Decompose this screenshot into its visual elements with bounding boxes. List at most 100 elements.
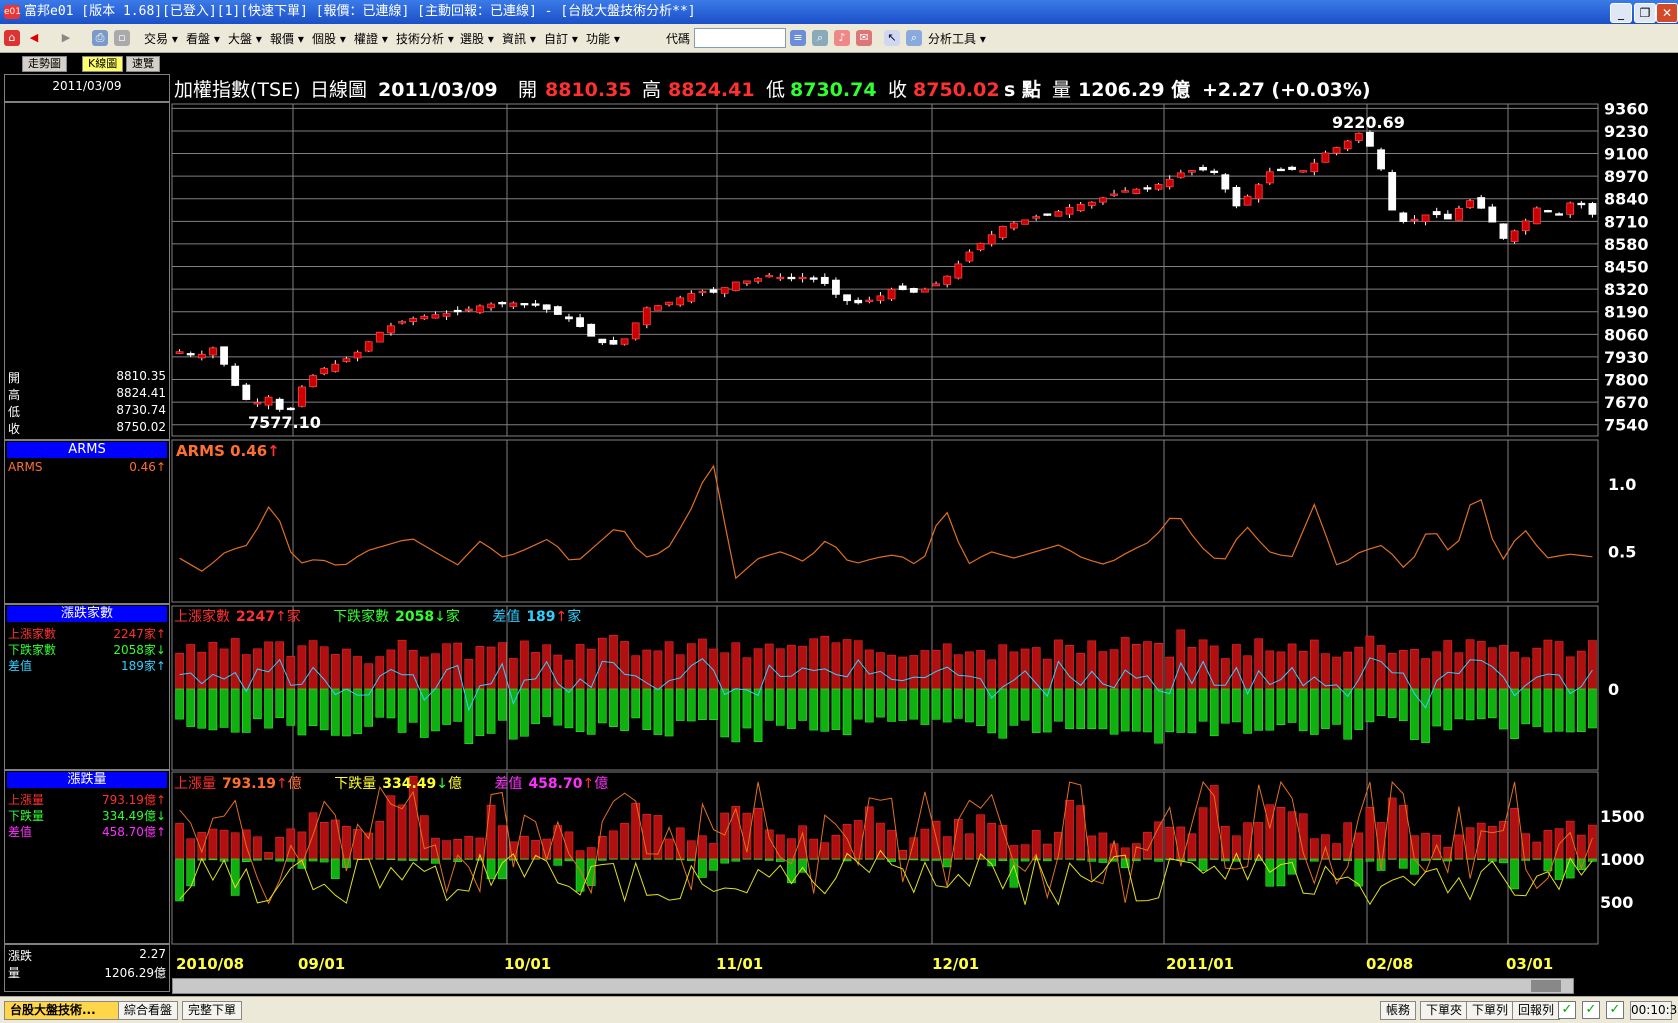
breadth-down-bar (476, 689, 484, 736)
volume-up-bar (576, 851, 584, 859)
technical-chart[interactable]: 9360923091008970884087108580845083208190… (0, 0, 1678, 996)
volume-down-bar (565, 859, 573, 861)
breadth-down-bar (1199, 689, 1207, 721)
volume-up-bar (977, 815, 985, 859)
volume-up-bar (376, 821, 384, 859)
candle-body (1533, 208, 1540, 224)
price-tick-label: 7670 (1604, 393, 1649, 412)
breadth-up-bar (1021, 649, 1029, 689)
breadth-up-bar (698, 639, 706, 689)
breadth-down-bar (1266, 689, 1274, 730)
candle-body (1411, 219, 1418, 221)
candle-body (1422, 215, 1429, 222)
breadth-up-bar (1244, 656, 1252, 689)
order-folder-button[interactable]: 下單夾 (1420, 1001, 1468, 1020)
volume-down-bar (676, 859, 684, 860)
volume-down-bar (487, 859, 495, 879)
volume-down-bar (1555, 859, 1563, 880)
header-close-label: 收 (888, 79, 907, 101)
breadth-down-bar (1522, 689, 1530, 724)
candle-body (755, 279, 762, 282)
price-tick-label: 8840 (1604, 190, 1649, 209)
volume-up-bar (776, 835, 784, 859)
candle-body (209, 348, 216, 355)
breadth-up-bar (943, 644, 951, 689)
breadth-down-bar (1155, 689, 1163, 743)
candle-body (1066, 207, 1073, 214)
candle-body (933, 284, 940, 286)
volume-up-bar (1277, 807, 1285, 859)
breadth-down-bar (1110, 689, 1118, 734)
task-tab-order[interactable]: 完整下單 (182, 1001, 242, 1020)
breadth-down-bar (220, 689, 228, 727)
candle-body (310, 376, 317, 387)
breadth-up-bar (298, 646, 306, 689)
volume-down-bar (1333, 859, 1341, 860)
horizontal-scrollbar[interactable] (172, 978, 1574, 994)
breadth-up-bar (376, 657, 384, 689)
status-check-2[interactable]: ✓ (1582, 1001, 1600, 1019)
volume-up-bar (1333, 844, 1341, 859)
header-close: 8750.02 (913, 79, 1000, 101)
breadth-down-bar (1577, 689, 1585, 732)
candle-body (588, 324, 595, 336)
account-button[interactable]: 帳務 (1380, 1001, 1416, 1020)
breadth-down-bar (654, 689, 662, 735)
volume-down-bar (554, 859, 562, 865)
volume-down-bar (1099, 859, 1107, 863)
breadth-up-bar (509, 658, 517, 689)
breadth-up-bar (598, 638, 606, 689)
volume-down-bar (710, 859, 718, 870)
breadth-up-bar (1199, 640, 1207, 689)
breadth-up-bar (1066, 645, 1074, 689)
arms-line (180, 466, 1593, 578)
candle-body (766, 275, 773, 277)
breadth-down-bar (376, 689, 384, 717)
candle-body (510, 303, 517, 306)
breadth-up-bar (1344, 652, 1352, 689)
breadth-down-bar (721, 689, 729, 737)
breadth-down-bar (965, 689, 973, 722)
report-list-button[interactable]: 回報列 (1512, 1001, 1560, 1020)
breadth-down-bar (1299, 689, 1307, 731)
volume-up-bar (465, 836, 473, 859)
breadth-up-bar (1511, 652, 1519, 689)
breadth-up-bar (1166, 657, 1174, 689)
volume-up-bar (443, 841, 451, 859)
breadth-down-bar (1377, 689, 1385, 716)
task-tab-quote[interactable]: 綜合看盤 (118, 1001, 178, 1020)
candle-body (977, 243, 984, 249)
breadth-down-bar (632, 689, 640, 718)
volume-down-bar (387, 859, 395, 860)
status-check-1[interactable]: ✓ (1558, 1001, 1576, 1019)
breadth-down-bar (576, 689, 584, 732)
candle-body (1322, 153, 1329, 162)
volume-down-bar (1310, 859, 1318, 861)
volume-down-bar (732, 859, 740, 861)
volume-up-bar (988, 823, 996, 859)
volume-down-bar (231, 859, 239, 895)
volume-up-bar (209, 829, 217, 859)
order-list-button[interactable]: 下單列 (1466, 1001, 1514, 1020)
x-tick-label: 03/01 (1506, 955, 1553, 973)
x-tick-label: 02/08 (1366, 955, 1413, 973)
breadth-down-bar (710, 689, 718, 720)
breadth-down-bar (787, 689, 795, 729)
x-tick-label: 09/01 (298, 955, 345, 973)
candle-body (1144, 188, 1151, 190)
volume-down-bar (1444, 859, 1452, 861)
scroll-thumb[interactable] (1531, 980, 1561, 992)
breadth-up-bar (921, 650, 929, 689)
status-check-3[interactable]: ✓ (1606, 1001, 1624, 1019)
breadth-down-bar (431, 689, 439, 731)
breadth-down-bar (977, 689, 985, 726)
task-tab-tse-analysis[interactable]: 台股大盤技術... (4, 1001, 124, 1020)
breadth-down-bar (1255, 689, 1263, 730)
candle-body (710, 290, 717, 293)
candle-body (243, 385, 250, 399)
volume-up-bar (520, 836, 528, 859)
candle-body (821, 277, 828, 283)
candle-body (1389, 172, 1396, 210)
breadth-up-bar (654, 651, 662, 689)
price-tick-label: 8060 (1604, 325, 1649, 344)
